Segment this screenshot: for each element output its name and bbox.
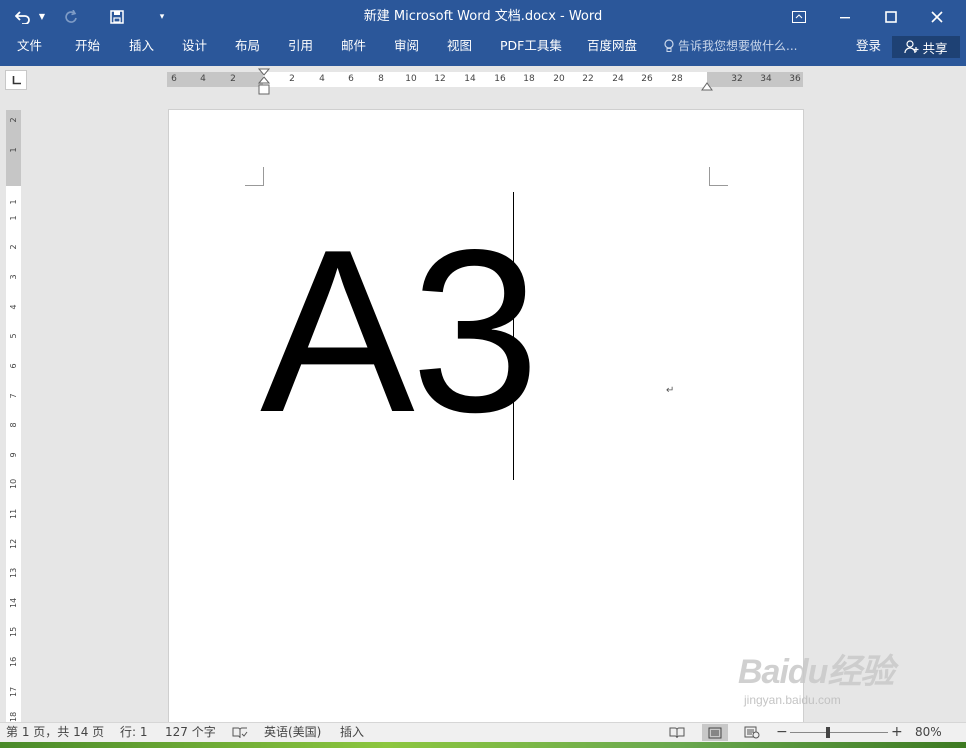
watermark-url: jingyan.baidu.com (744, 693, 841, 707)
line-number[interactable]: 行: 1 (120, 723, 148, 742)
ruler-label: 17 (9, 686, 18, 697)
left-margin-area (167, 72, 263, 87)
zoom-slider[interactable] (790, 732, 888, 733)
text-cursor (513, 192, 514, 480)
tell-me-placeholder: 告诉我您想要做什么... (678, 39, 798, 53)
read-mode-icon[interactable] (669, 723, 685, 742)
ruler-label: 34 (760, 74, 772, 84)
tab-references[interactable]: 引用 (288, 33, 313, 58)
tab-design[interactable]: 设计 (182, 33, 207, 58)
ruler-label: 18 (523, 74, 535, 84)
ruler-label: 16 (494, 74, 506, 84)
ruler-label: 22 (582, 74, 594, 84)
ruler-label: 2 (289, 74, 295, 84)
user-add-icon (904, 40, 919, 54)
ruler-label: 14 (9, 597, 18, 608)
ruler-label: 1 (9, 199, 18, 205)
ruler-label: 4 (9, 304, 18, 310)
vertical-ruler[interactable]: 2 1 1 1 2 3 4 5 6 7 8 9 10 11 12 13 14 1… (6, 110, 21, 722)
baidu-watermark: Baidu经验 jingyan.baidu.com (738, 644, 894, 707)
right-indent-marker[interactable] (701, 78, 713, 91)
ruler-label: 8 (9, 422, 18, 428)
close-icon[interactable] (914, 0, 960, 33)
maximize-icon[interactable] (868, 0, 914, 33)
tab-stop-selector[interactable] (5, 70, 27, 90)
ruler-label: 36 (789, 74, 801, 84)
ruler-label: 2 (9, 244, 18, 250)
tell-me-search[interactable]: 告诉我您想要做什么... (664, 33, 797, 58)
crop-mark-top-left (245, 167, 264, 186)
document-body-text[interactable]: A3 (260, 216, 540, 448)
title-bar: ▼ ▾ 新建 Microsoft Word 文档.docx - Word (0, 0, 966, 33)
desktop-taskbar-edge (0, 742, 966, 748)
ruler-label: 6 (171, 74, 177, 84)
ruler-label: 1 (9, 215, 18, 221)
ruler-label: 18 (9, 711, 18, 722)
ruler-label: 6 (348, 74, 354, 84)
ruler-label: 26 (641, 74, 653, 84)
lightbulb-icon (664, 38, 674, 53)
ruler-label: 10 (9, 478, 18, 489)
left-indent-marker[interactable] (257, 68, 271, 96)
ribbon-display-options-icon[interactable] (776, 0, 822, 33)
tab-mailings[interactable]: 邮件 (341, 33, 366, 58)
web-layout-icon[interactable] (744, 723, 760, 742)
ruler-label: 15 (9, 626, 18, 637)
ruler-label: 2 (230, 74, 236, 84)
ruler-label: 12 (434, 74, 446, 84)
ruler-label: 3 (9, 274, 18, 280)
ruler-label: 10 (405, 74, 417, 84)
status-bar: 第 1 页，共 14 页 行: 1 127 个字 英语(美国) 插入 − + 8… (0, 722, 966, 742)
zoom-out-icon[interactable]: − (776, 723, 788, 742)
tab-layout[interactable]: 布局 (235, 33, 260, 58)
tab-home[interactable]: 开始 (75, 33, 100, 58)
tab-pdf-tools[interactable]: PDF工具集 (500, 33, 562, 58)
tab-review[interactable]: 审阅 (394, 33, 419, 58)
ruler-label: 28 (671, 74, 683, 84)
print-layout-icon[interactable] (702, 724, 728, 741)
ruler-label: 20 (553, 74, 565, 84)
ruler-label: 5 (9, 333, 18, 339)
tab-file[interactable]: 文件 (17, 33, 42, 58)
ruler-label: 8 (378, 74, 384, 84)
insert-mode[interactable]: 插入 (340, 723, 364, 742)
ruler-label: 2 (9, 117, 18, 123)
ruler-label: 1 (9, 147, 18, 153)
zoom-percentage[interactable]: 80% (915, 723, 942, 742)
ruler-label: 32 (731, 74, 743, 84)
share-button[interactable]: 共享 (892, 36, 960, 58)
ruler-label: 9 (9, 452, 18, 458)
sign-in-link[interactable]: 登录 (856, 33, 881, 58)
minimize-icon[interactable] (822, 0, 868, 33)
language-indicator[interactable]: 英语(美国) (264, 723, 321, 742)
ruler-label: 11 (9, 508, 18, 519)
zoom-slider-thumb[interactable] (826, 727, 831, 738)
ribbon-tabs: 文件 开始 插入 设计 布局 引用 邮件 审阅 视图 PDF工具集 百度网盘 告… (0, 33, 966, 66)
ruler-label: 7 (9, 393, 18, 399)
paragraph-mark: ↵ (666, 385, 675, 396)
tab-view[interactable]: 视图 (447, 33, 472, 58)
ruler-label: 13 (9, 567, 18, 578)
left-tab-icon (12, 75, 21, 85)
ruler-label: 16 (9, 656, 18, 667)
ruler-label: 24 (612, 74, 624, 84)
watermark-brand: Baidu经验 (738, 653, 894, 691)
ruler-label: 4 (319, 74, 325, 84)
tab-baidu-netdisk[interactable]: 百度网盘 (587, 33, 637, 58)
zoom-in-icon[interactable]: + (891, 723, 903, 742)
ruler-label: 6 (9, 363, 18, 369)
page-count[interactable]: 第 1 页，共 14 页 (6, 723, 104, 742)
proofing-icon[interactable] (232, 723, 248, 742)
crop-mark-top-right (709, 167, 728, 186)
tab-insert[interactable]: 插入 (129, 33, 154, 58)
ruler-label: 14 (464, 74, 476, 84)
share-label: 共享 (922, 40, 948, 56)
ruler-label: 12 (9, 538, 18, 549)
word-count[interactable]: 127 个字 (165, 723, 216, 742)
ruler-label: 4 (200, 74, 206, 84)
